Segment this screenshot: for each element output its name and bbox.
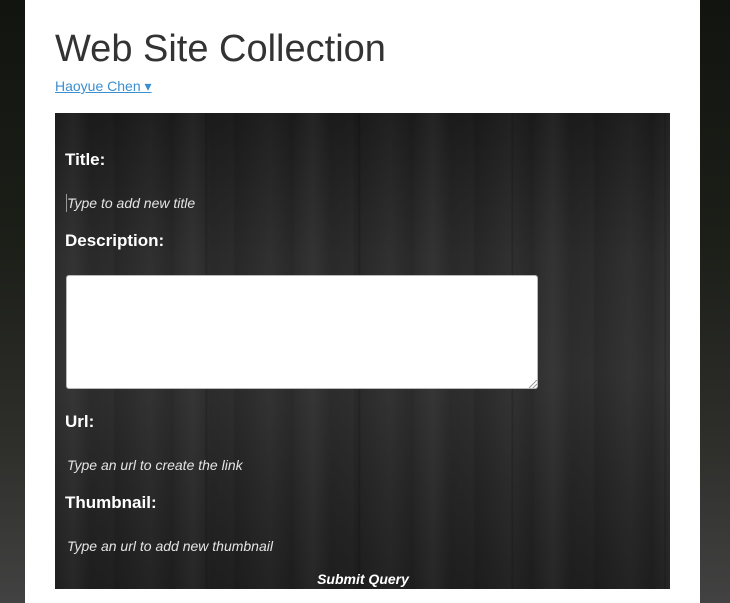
thumbnail-input[interactable] bbox=[66, 535, 547, 557]
url-label: Url: bbox=[65, 412, 95, 431]
title-label: Title: bbox=[65, 150, 106, 169]
page-container: Web Site Collection Haoyue Chen ▾ Title:… bbox=[25, 0, 700, 603]
thumbnail-label: Thumbnail: bbox=[65, 493, 157, 512]
submit-query-button[interactable]: Submit Query bbox=[305, 568, 421, 589]
description-label: Description: bbox=[65, 231, 165, 250]
url-input[interactable] bbox=[66, 454, 547, 476]
description-textarea[interactable] bbox=[66, 275, 538, 389]
resize-grip-icon[interactable] bbox=[529, 380, 537, 388]
user-menu-link[interactable]: Haoyue Chen ▾ bbox=[55, 78, 152, 95]
add-site-form: Title: Description: Url: Thumbnail: Subm… bbox=[55, 113, 670, 589]
text-caret bbox=[66, 194, 67, 212]
page-title: Web Site Collection bbox=[55, 28, 386, 70]
title-input[interactable] bbox=[66, 192, 547, 214]
